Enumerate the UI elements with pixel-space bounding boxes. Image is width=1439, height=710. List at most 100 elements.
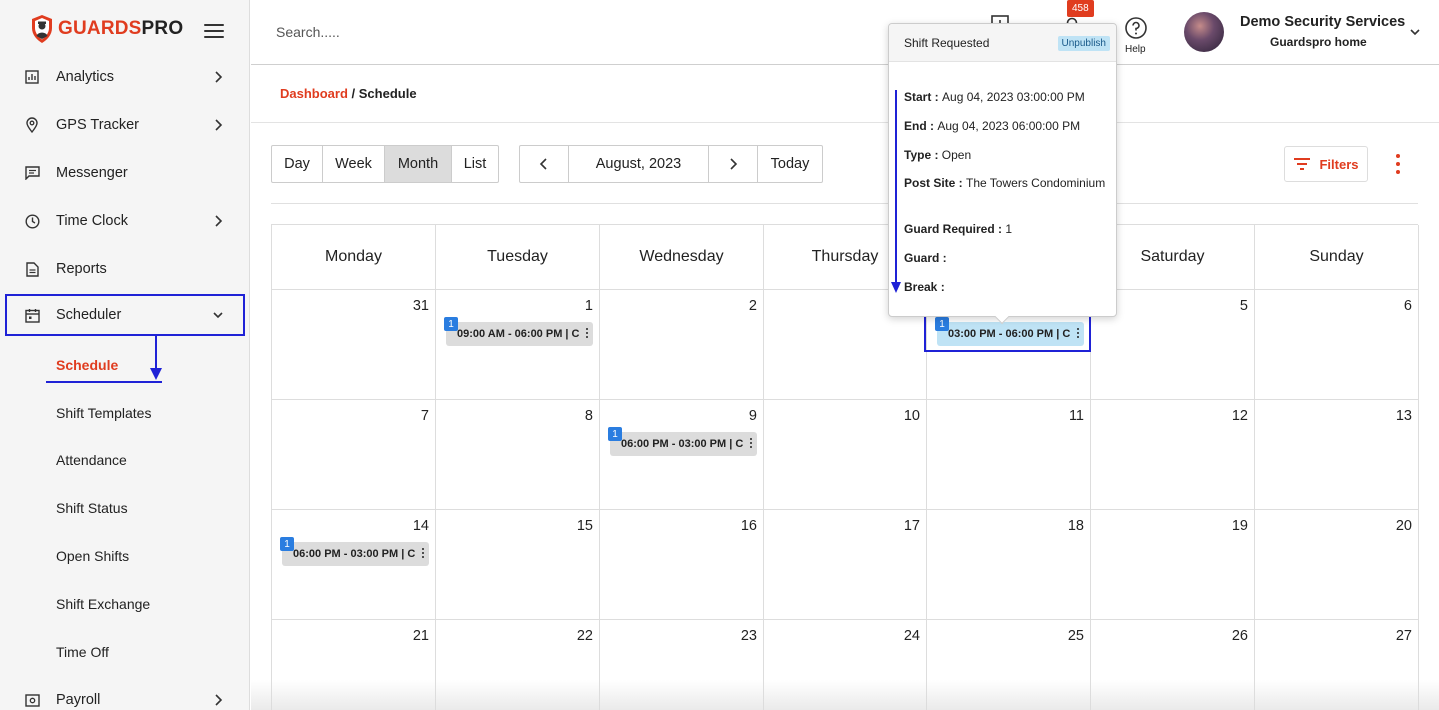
view-month-button[interactable]: Month xyxy=(385,146,452,182)
calendar-day-cell[interactable]: 19 xyxy=(1091,510,1255,620)
weekday-header-tuesday: Tuesday xyxy=(436,225,600,290)
day-number: 12 xyxy=(1231,408,1248,424)
sidebar-item-gps-tracker[interactable]: GPS Tracker xyxy=(0,105,249,145)
breadcrumb-current: Schedule xyxy=(358,86,417,101)
today-button[interactable]: Today xyxy=(758,146,822,182)
breadcrumb: Dashboard / Schedule xyxy=(280,86,417,101)
view-list-button[interactable]: List xyxy=(452,146,498,182)
sidebar-item-reports[interactable]: Reports xyxy=(0,249,249,289)
shift-count-badge: 1 xyxy=(444,317,458,331)
calendar-day-cell[interactable]: 17 xyxy=(764,510,927,620)
payroll-icon xyxy=(24,692,40,708)
day-number: 21 xyxy=(412,628,429,644)
annotation-arrowhead xyxy=(891,282,901,293)
sidebar-item-messenger[interactable]: Messenger xyxy=(0,153,249,193)
popover-end: End : Aug 04, 2023 06:00:00 PM xyxy=(904,119,1081,133)
day-number: 19 xyxy=(1231,518,1248,534)
calendar-day-cell[interactable]: 20 xyxy=(1255,510,1419,620)
day-number: 1 xyxy=(584,298,593,314)
sidebar-subitem-open-shifts[interactable]: Open Shifts xyxy=(56,548,129,564)
search-input[interactable] xyxy=(276,24,576,40)
shift-event[interactable]: 06:00 PM - 03:00 PM | C xyxy=(282,542,429,566)
month-calendar: MondayTuesdayWednesdayThursdayFridaySatu… xyxy=(271,224,1419,710)
calendar-day-cell[interactable]: 14 06:00 PM - 03:00 PM | C1 xyxy=(272,510,436,620)
calendar-day-cell[interactable]: 13 xyxy=(1255,400,1419,510)
filters-button[interactable]: Filters xyxy=(1284,146,1368,182)
shift-menu-icon[interactable] xyxy=(586,328,589,340)
unpublish-button[interactable]: Unpublish xyxy=(1057,36,1110,51)
day-number: 9 xyxy=(748,408,757,424)
sidebar-subitem-schedule[interactable]: Schedule xyxy=(56,357,118,373)
sidebar-item-payroll[interactable]: Payroll xyxy=(0,680,249,710)
breadcrumb-dashboard-link[interactable]: Dashboard xyxy=(280,86,348,101)
help-icon[interactable] xyxy=(1124,16,1148,40)
calendar-day-cell[interactable]: 15 xyxy=(436,510,600,620)
sidebar-item-analytics[interactable]: Analytics xyxy=(0,57,249,97)
sidebar-subitem-attendance[interactable]: Attendance xyxy=(56,452,127,468)
day-number: 23 xyxy=(740,628,757,644)
calendar-day-cell[interactable]: 6 xyxy=(1255,290,1419,400)
next-period-button[interactable] xyxy=(709,146,758,182)
shift-time-label: 09:00 AM - 06:00 PM | C xyxy=(457,328,580,340)
chevron-down-icon[interactable] xyxy=(1409,26,1421,38)
shift-menu-icon[interactable] xyxy=(750,438,753,450)
chevron-right-icon xyxy=(730,158,738,170)
sidebar-subitem-shift-templates[interactable]: Shift Templates xyxy=(56,405,151,421)
shift-menu-icon[interactable] xyxy=(422,548,425,560)
day-number: 24 xyxy=(903,628,920,644)
shift-count-badge: 1 xyxy=(608,427,622,441)
calendar-day-cell[interactable]: 16 xyxy=(600,510,764,620)
prev-period-button[interactable] xyxy=(520,146,569,182)
day-number: 17 xyxy=(903,518,920,534)
calendar-day-cell[interactable]: 10 xyxy=(764,400,927,510)
day-number: 20 xyxy=(1395,518,1412,534)
day-number: 8 xyxy=(584,408,593,424)
day-number: 31 xyxy=(412,298,429,314)
weekday-header-wednesday: Wednesday xyxy=(600,225,764,290)
sidebar-subitem-shift-status[interactable]: Shift Status xyxy=(56,500,128,516)
brand-logo[interactable]: GUARDSPRO xyxy=(30,14,183,44)
annotation-line xyxy=(895,90,897,290)
view-day-button[interactable]: Day xyxy=(272,146,323,182)
popover-post-site: Post Site : The Towers Condominium xyxy=(904,176,1106,190)
sidebar-item-label: Messenger xyxy=(56,165,128,181)
calendar-day-cell[interactable]: 12 xyxy=(1091,400,1255,510)
day-number: 26 xyxy=(1231,628,1248,644)
calendar-day-cell[interactable]: 18 xyxy=(927,510,1091,620)
document-icon xyxy=(24,261,40,277)
shift-time-label: 06:00 PM - 03:00 PM | C xyxy=(621,438,744,450)
popover-start: Start : Aug 04, 2023 03:00:00 PM xyxy=(904,90,1085,104)
sidebar-item-time-clock[interactable]: Time Clock xyxy=(0,201,249,241)
calendar-day-cell[interactable]: 8 xyxy=(436,400,600,510)
sidebar-item-scheduler[interactable]: Scheduler xyxy=(5,294,245,336)
user-name[interactable]: Demo Security Services xyxy=(1240,14,1405,30)
shift-event[interactable]: 06:00 PM - 03:00 PM | C xyxy=(610,432,757,456)
filter-icon xyxy=(1294,158,1311,170)
period-navigator: August, 2023 Today xyxy=(519,145,823,183)
popover-guard-required: Guard Required : 1 xyxy=(904,222,1013,236)
chevron-left-icon xyxy=(539,158,547,170)
bar-chart-icon xyxy=(24,69,40,85)
chevron-right-icon xyxy=(215,71,223,83)
menu-toggle-icon[interactable] xyxy=(204,24,224,40)
view-week-button[interactable]: Week xyxy=(323,146,385,182)
calendar-day-cell[interactable]: 7 xyxy=(272,400,436,510)
avatar[interactable] xyxy=(1184,12,1224,52)
chevron-right-icon xyxy=(215,119,223,131)
more-options-icon[interactable] xyxy=(1392,154,1404,178)
calendar-day-cell[interactable]: 31 xyxy=(272,290,436,400)
shift-event[interactable]: 09:00 AM - 06:00 PM | C xyxy=(446,322,593,346)
sidebar-subitem-time-off[interactable]: Time Off xyxy=(56,644,109,660)
filters-label: Filters xyxy=(1319,156,1359,172)
day-number: 14 xyxy=(412,518,429,534)
sidebar-subitem-shift-exchange[interactable]: Shift Exchange xyxy=(56,596,150,612)
user-company: Guardspro home xyxy=(1270,35,1367,49)
calendar-day-cell[interactable]: 11 xyxy=(927,400,1091,510)
chevron-down-icon xyxy=(213,312,223,319)
shift-count-badge: 1 xyxy=(280,537,294,551)
calendar-day-cell[interactable]: 9 06:00 PM - 03:00 PM | C1 xyxy=(600,400,764,510)
current-period-label: August, 2023 xyxy=(569,146,709,182)
calendar-day-cell[interactable]: 2 xyxy=(600,290,764,400)
calendar-day-cell[interactable]: 1 09:00 AM - 06:00 PM | C1 xyxy=(436,290,600,400)
location-pin-icon xyxy=(24,117,40,133)
